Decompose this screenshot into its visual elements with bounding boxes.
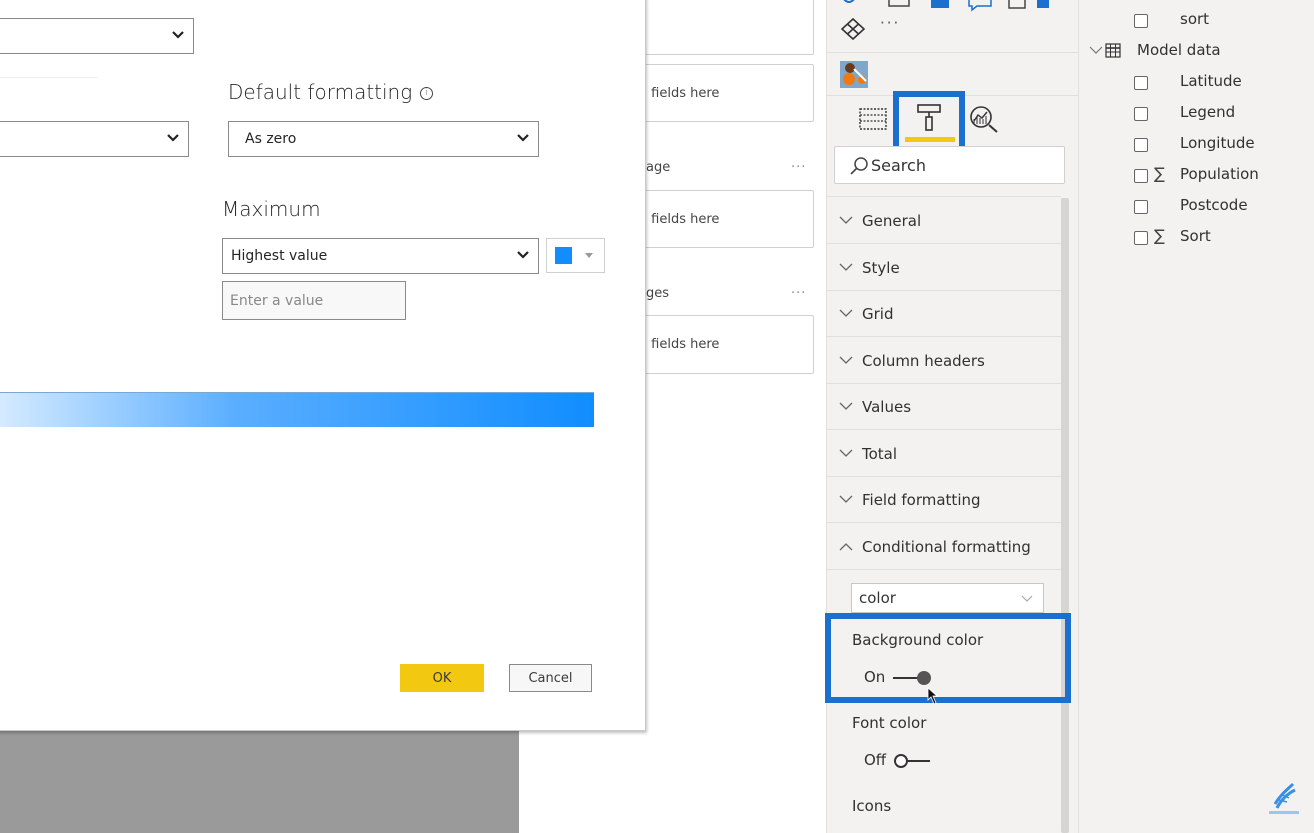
- field-item[interactable]: Legend: [1079, 101, 1314, 129]
- table-icon: [1105, 43, 1121, 58]
- section-field-formatting[interactable]: Field formatting: [827, 477, 1061, 523]
- field-well-1[interactable]: [619, 0, 814, 55]
- power-apps-visual-icon[interactable]: [840, 17, 866, 41]
- maximum-type-select[interactable]: Highest value: [222, 238, 539, 274]
- visual-icons-row: [843, 0, 1049, 12]
- chevron-down-icon: [839, 402, 853, 411]
- divider: [0, 77, 97, 78]
- section-general[interactable]: General: [827, 198, 1061, 244]
- background-color-state: On: [864, 668, 886, 686]
- background-color-toggle[interactable]: [892, 670, 932, 686]
- search-icon: [850, 157, 868, 175]
- sigma-icon: ∑: [1154, 164, 1165, 183]
- chevron-down-icon: [172, 31, 184, 39]
- more-options-icon[interactable]: ···: [791, 286, 806, 301]
- chevron-down-icon: [839, 495, 853, 504]
- chevron-down-icon: [839, 216, 853, 225]
- field-item[interactable]: ∑ Population: [1079, 163, 1314, 191]
- maximum-value-input[interactable]: Enter a value: [222, 281, 406, 320]
- field-checkbox[interactable]: [1134, 107, 1148, 121]
- ok-button[interactable]: OK: [400, 664, 484, 692]
- format-search-input[interactable]: Search: [834, 146, 1065, 184]
- conditional-formatting-dialog: Default formatting i As zero Maximum High…: [0, 0, 646, 731]
- field-item[interactable]: ∑ Sort: [1079, 225, 1314, 253]
- chevron-down-icon: [1021, 595, 1033, 602]
- info-icon[interactable]: i: [420, 87, 434, 100]
- table-fields-icon[interactable]: [858, 107, 888, 131]
- chevron-down-icon: [839, 449, 853, 458]
- divider: [827, 52, 1078, 53]
- background-color-highlight: [825, 613, 1071, 703]
- fields-pane: sort Model data Latitude Legend Longitud…: [1078, 0, 1314, 833]
- font-color-label: Font color: [852, 714, 927, 732]
- font-color-state: Off: [864, 751, 887, 769]
- conditional-formatting-field-select[interactable]: color: [851, 583, 1044, 613]
- sigma-icon: ∑: [1154, 226, 1165, 245]
- field-item[interactable]: Postcode: [1079, 194, 1314, 222]
- field-item[interactable]: Latitude: [1079, 70, 1314, 98]
- custom-visual-icon[interactable]: [840, 61, 868, 88]
- chevron-down-icon: [517, 134, 529, 142]
- more-options-icon[interactable]: ···: [791, 160, 806, 175]
- default-formatting-select[interactable]: As zero: [228, 121, 539, 157]
- active-tab-indicator: [905, 137, 955, 142]
- color-gradient-preview: [0, 392, 594, 427]
- section-grid[interactable]: Grid: [827, 291, 1061, 337]
- field-checkbox[interactable]: [1134, 138, 1148, 152]
- field-checkbox[interactable]: [1134, 14, 1148, 28]
- chevron-down-icon: [839, 263, 853, 272]
- format-pane-scrollbar[interactable]: [1061, 198, 1069, 833]
- chevron-down-icon: [1089, 46, 1103, 54]
- field-checkbox[interactable]: [1134, 169, 1148, 183]
- color-swatch: [555, 247, 572, 264]
- field-well-label: age: [646, 160, 671, 175]
- field-well-2[interactable]: ata fields here: [619, 64, 814, 122]
- analytics-magnifier-icon[interactable]: [968, 104, 1000, 134]
- summarization-select[interactable]: [0, 121, 189, 157]
- section-total[interactable]: Total: [827, 431, 1061, 477]
- format-tab-highlight: [893, 91, 965, 153]
- field-checkbox[interactable]: [1134, 231, 1148, 245]
- caret-down-icon: [585, 253, 593, 258]
- field-item[interactable]: Longitude: [1079, 132, 1314, 160]
- icons-label: Icons: [852, 797, 892, 815]
- chevron-down-icon: [839, 309, 853, 318]
- mouse-cursor: [927, 687, 939, 705]
- maximum-color-picker[interactable]: [546, 238, 605, 273]
- chevron-up-icon: [839, 542, 853, 551]
- section-conditional-formatting[interactable]: Conditional formatting: [827, 524, 1061, 570]
- format-by-select[interactable]: [0, 18, 194, 54]
- section-column-headers[interactable]: Column headers: [827, 338, 1061, 384]
- section-style[interactable]: Style: [827, 245, 1061, 291]
- chevron-down-icon: [517, 251, 529, 259]
- font-color-toggle[interactable]: [892, 753, 932, 769]
- section-values[interactable]: Values: [827, 384, 1061, 430]
- field-well-4[interactable]: ata fields here: [619, 315, 814, 374]
- subscribe-watermark-icon[interactable]: [1267, 780, 1301, 816]
- report-canvas-background: [0, 728, 519, 833]
- field-item[interactable]: sort: [1079, 8, 1314, 36]
- divider: [827, 196, 1061, 197]
- field-well-3[interactable]: ata fields here: [619, 190, 814, 248]
- visualizations-pane: ··· Search General Style Grid Column hea…: [825, 0, 1078, 833]
- table-model-data[interactable]: Model data: [1079, 39, 1314, 67]
- cancel-button[interactable]: Cancel: [509, 664, 592, 692]
- maximum-heading: Maximum: [222, 197, 321, 221]
- table-name: Model data: [1137, 41, 1221, 59]
- more-visuals-icon[interactable]: ···: [880, 14, 900, 32]
- chevron-down-icon: [167, 134, 179, 142]
- field-well-label: ges: [646, 286, 670, 301]
- chevron-down-icon: [839, 356, 853, 365]
- field-checkbox[interactable]: [1134, 76, 1148, 90]
- background-color-label: Background color: [852, 631, 984, 649]
- field-checkbox[interactable]: [1134, 200, 1148, 214]
- default-formatting-heading: Default formatting i: [228, 80, 434, 104]
